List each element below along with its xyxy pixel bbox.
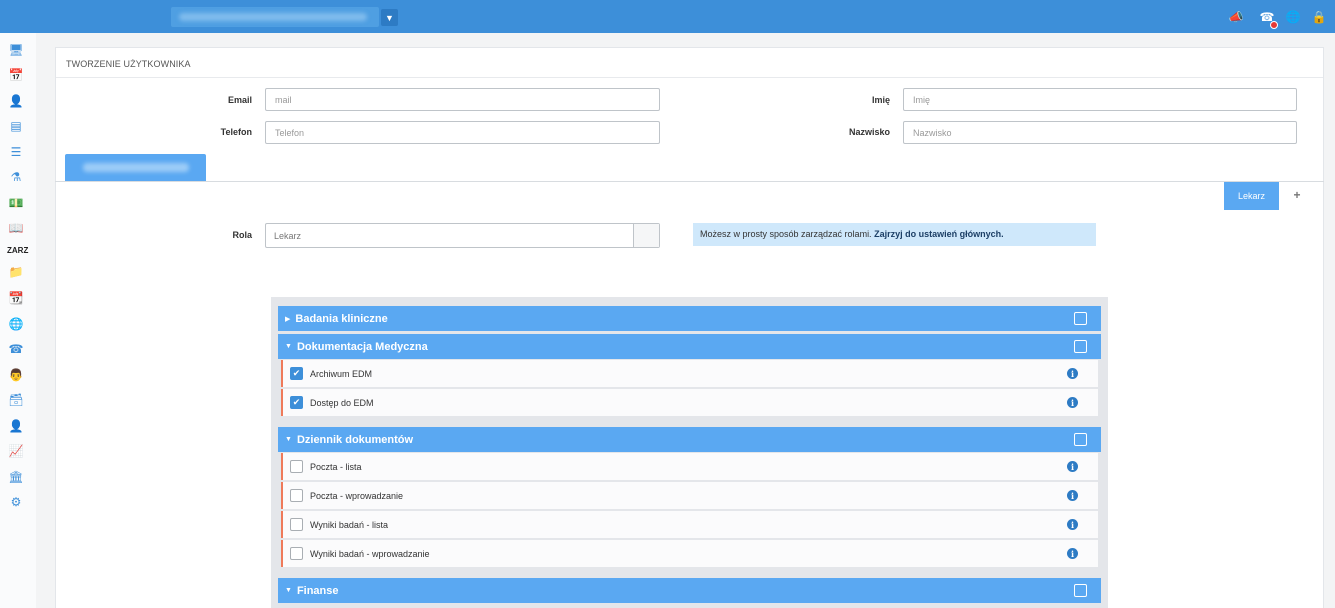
user-circle-icon[interactable]: 👤	[0, 417, 32, 435]
last-name-field[interactable]	[903, 121, 1297, 144]
megaphone-icon[interactable]: 📣	[1228, 9, 1244, 25]
group-dziennik-dokumentow[interactable]: ▼ Dziennik dokumentów	[278, 427, 1101, 452]
info-icon[interactable]: i	[1067, 548, 1078, 559]
folder-icon[interactable]: 📁	[0, 263, 32, 281]
first-name-field[interactable]	[903, 88, 1297, 111]
group-name: Dziennik dokumentów	[296, 433, 414, 446]
phone-icon[interactable]: ☎	[0, 340, 32, 358]
permission-label: Poczta - wprowadzanie	[310, 490, 404, 501]
group-finanse[interactable]: ▼ Finanse	[278, 578, 1101, 603]
notification-dot	[1270, 21, 1278, 29]
caret-down-icon: ▼	[285, 436, 292, 443]
permission-checkbox[interactable]: ✔	[290, 396, 303, 409]
contact-card-icon[interactable]: 👤	[0, 92, 32, 110]
last-name-label: Nazwisko	[848, 127, 890, 137]
caret-right-icon: ▶	[285, 315, 291, 323]
calendar-icon[interactable]: 📆	[0, 289, 32, 307]
permission-label: Poczta - lista	[310, 461, 362, 472]
role-select-button[interactable]	[633, 224, 659, 247]
group-checkbox[interactable]	[1074, 340, 1087, 353]
role-tab-lekarz[interactable]: Lekarz	[1224, 182, 1279, 210]
role-select[interactable]: Lekarz	[265, 223, 660, 248]
permission-checkbox[interactable]	[290, 518, 303, 531]
book-icon[interactable]: 📖	[0, 219, 32, 237]
calendar-check-icon[interactable]: 📅	[0, 66, 32, 84]
info-icon[interactable]: i	[1067, 519, 1078, 530]
monitor-icon[interactable]: 🖥	[0, 41, 32, 59]
user-tie-icon[interactable]: 👨	[0, 366, 32, 384]
permission-row: ✔ Dostęp do EDM i	[281, 389, 1098, 416]
group-name: Finanse	[296, 584, 339, 597]
archive-icon[interactable]: 🗃	[0, 391, 32, 409]
gear-icon[interactable]: ⚙	[0, 493, 32, 511]
group-name: Badania kliniczne	[295, 312, 388, 325]
group-name: Dokumentacja Medyczna	[296, 340, 428, 353]
group-checkbox[interactable]	[1074, 584, 1087, 597]
chevron-down-icon[interactable]: ▼	[381, 9, 398, 26]
sidebar-section-label: ZARZ	[7, 246, 29, 255]
permission-label: Archiwum EDM	[310, 368, 373, 379]
chart-line-icon[interactable]: 📈	[0, 442, 32, 460]
info-icon[interactable]: i	[1067, 490, 1078, 501]
lock-icon[interactable]: 🔒	[1311, 9, 1327, 25]
page-title: TWORZENIE UŻYTKOWNIKA	[66, 59, 191, 69]
permission-checkbox[interactable]	[290, 489, 303, 502]
group-checkbox[interactable]	[1074, 433, 1087, 446]
permission-checkbox[interactable]: ✔	[290, 367, 303, 380]
sidebar: 🖥 📅 👤 ▤ ☰ ⚗ 💵 📖 ZARZ 📁 📆 🌐 ☎ 👨 🗃 👤 📈 🏛 ⚙	[0, 33, 36, 608]
bank-icon[interactable]: 🏛	[0, 468, 32, 486]
tab-label-blurred	[83, 163, 189, 172]
email-field[interactable]	[265, 88, 660, 111]
permission-row: Wyniki badań - wprowadzanie i	[281, 540, 1098, 567]
info-icon[interactable]: i	[1067, 368, 1078, 379]
permission-label: Wyniki badań - lista	[310, 519, 388, 530]
role-info-text: Możesz w prosty sposób zarządzać rolami.	[700, 229, 872, 239]
phone-label: Telefon	[220, 127, 252, 137]
permission-label: Dostęp do EDM	[310, 397, 374, 408]
permission-checkbox[interactable]	[290, 547, 303, 560]
group-checkbox[interactable]	[1074, 312, 1087, 325]
info-icon[interactable]: i	[1067, 397, 1078, 408]
tab-active[interactable]	[65, 154, 206, 181]
info-icon[interactable]: i	[1067, 461, 1078, 472]
globe-icon[interactable]: 🌐	[1285, 9, 1301, 25]
permission-row: ✔ Archiwum EDM i	[281, 360, 1098, 387]
tab-divider	[55, 181, 1324, 182]
organization-name-blurred	[179, 13, 367, 21]
globe-icon[interactable]: 🌐	[0, 315, 32, 333]
permission-row: Poczta - lista i	[281, 453, 1098, 480]
list-icon[interactable]: ☰	[0, 143, 32, 161]
role-info-alert: Możesz w prosty sposób zarządzać rolami.…	[693, 223, 1096, 246]
settings-link[interactable]: Zajrzyj do ustawień głównych.	[874, 229, 1004, 239]
role-label: Rola	[232, 230, 252, 240]
permission-row: Wyniki badań - lista i	[281, 511, 1098, 538]
group-badania-kliniczne[interactable]: ▶ Badania kliniczne	[278, 306, 1101, 331]
plus-icon[interactable]: +	[1290, 188, 1304, 202]
top-bar: ▼ 📣 ☎ 🌐 🔒	[0, 0, 1335, 33]
caret-down-icon: ▼	[285, 587, 292, 594]
permission-row: Poczta - wprowadzanie i	[281, 482, 1098, 509]
email-label: Email	[227, 95, 252, 105]
schedule-icon[interactable]: ▤	[0, 117, 32, 135]
organization-select[interactable]	[171, 7, 379, 27]
group-dokumentacja-medyczna[interactable]: ▼ Dokumentacja Medyczna	[278, 334, 1101, 359]
divider	[56, 77, 1323, 78]
permissions-tree: ▶ Badania kliniczne ▼ Dokumentacja Medyc…	[271, 297, 1108, 608]
money-icon[interactable]: 💵	[0, 194, 32, 212]
role-select-value: Lekarz	[274, 231, 302, 241]
phone-field[interactable]	[265, 121, 660, 144]
permission-checkbox[interactable]	[290, 460, 303, 473]
caret-down-icon: ▼	[285, 343, 292, 350]
permission-label: Wyniki badań - wprowadzanie	[310, 548, 430, 559]
flask-icon[interactable]: ⚗	[0, 168, 32, 186]
first-name-label: Imię	[871, 95, 890, 105]
